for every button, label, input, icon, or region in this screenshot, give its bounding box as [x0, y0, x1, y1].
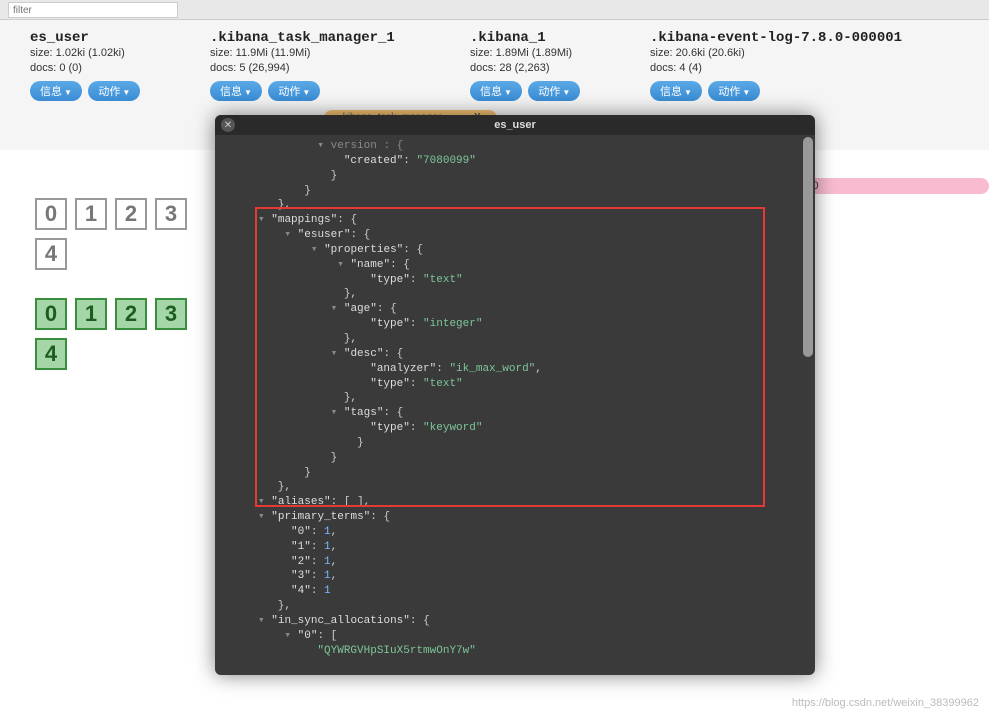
json-line: },	[225, 287, 805, 302]
json-line: }	[225, 436, 805, 451]
shard[interactable]: 1	[75, 298, 107, 330]
json-line: }	[225, 466, 805, 481]
index-docs: docs: 0 (0)	[30, 61, 180, 76]
index-card: es_user size: 1.02ki (1.02ki) docs: 0 (0…	[30, 30, 180, 101]
filter-input[interactable]	[8, 2, 178, 18]
close-icon[interactable]: ✕	[221, 118, 235, 132]
shard[interactable]: 4	[35, 338, 67, 370]
action-button[interactable]: 动作▼	[88, 81, 140, 101]
json-line: }	[225, 451, 805, 466]
index-card: .kibana_1 size: 1.89Mi (1.89Mi) docs: 28…	[470, 30, 620, 101]
index-card: .kibana_task_manager_1 size: 11.9Mi (11.…	[210, 30, 440, 101]
info-button[interactable]: 信息▼	[470, 81, 522, 101]
modal-title: es_user	[215, 119, 815, 131]
index-name[interactable]: .kibana_1	[470, 30, 620, 46]
info-button[interactable]: 信息▼	[30, 81, 82, 101]
action-button[interactable]: 动作▼	[268, 81, 320, 101]
index-size: size: 1.89Mi (1.89Mi)	[470, 46, 620, 61]
shard[interactable]: 3	[155, 198, 187, 230]
index-name[interactable]: .kibana-event-log-7.8.0-000001	[650, 30, 902, 46]
index-size: size: 11.9Mi (11.9Mi)	[210, 46, 440, 61]
shard[interactable]: 2	[115, 198, 147, 230]
scrollbar[interactable]	[803, 137, 813, 357]
info-button[interactable]: 信息▼	[650, 81, 702, 101]
json-modal: ✕ es_user ▾ version : { "created": "7080…	[215, 115, 815, 675]
shard[interactable]: 1	[75, 198, 107, 230]
json-line: },	[225, 480, 805, 495]
json-line: },	[225, 332, 805, 347]
json-line: },	[225, 599, 805, 614]
index-docs: docs: 28 (2,263)	[470, 61, 620, 76]
index-size: size: 20.6ki (20.6ki)	[650, 46, 902, 61]
shard[interactable]: 0	[35, 298, 67, 330]
json-line: ▾ version : {	[225, 140, 403, 152]
json-line: },	[225, 198, 805, 213]
modal-body[interactable]: ▾ version : { "created": "7080099" } } }…	[215, 135, 815, 675]
shard[interactable]: 0	[35, 198, 67, 230]
json-line: }	[225, 184, 805, 199]
shard[interactable]: 3	[155, 298, 187, 330]
index-docs: docs: 5 (26,994)	[210, 61, 440, 76]
shard[interactable]: 4	[35, 238, 67, 270]
index-card: .kibana-event-log-7.8.0-000001 size: 20.…	[650, 30, 902, 101]
index-name[interactable]: .kibana_task_manager_1	[210, 30, 440, 46]
shard[interactable]: 2	[115, 298, 147, 330]
index-name[interactable]: es_user	[30, 30, 180, 46]
json-line: }	[225, 169, 805, 184]
index-docs: docs: 4 (4)	[650, 61, 902, 76]
shard-grid-unassigned: 0 1 2 3 4	[35, 198, 205, 270]
json-line: },	[225, 391, 805, 406]
info-button[interactable]: 信息▼	[210, 81, 262, 101]
index-size: size: 1.02ki (1.02ki)	[30, 46, 180, 61]
action-button[interactable]: 动作▼	[528, 81, 580, 101]
modal-header: ✕ es_user	[215, 115, 815, 135]
indices-row: es_user size: 1.02ki (1.02ki) docs: 0 (0…	[0, 20, 989, 101]
shard-grid-primary: 0 1 2 3 4	[35, 298, 205, 370]
watermark: https://blog.csdn.net/weixin_38399962	[792, 697, 979, 709]
top-bar	[0, 0, 989, 20]
action-button[interactable]: 动作▼	[708, 81, 760, 101]
